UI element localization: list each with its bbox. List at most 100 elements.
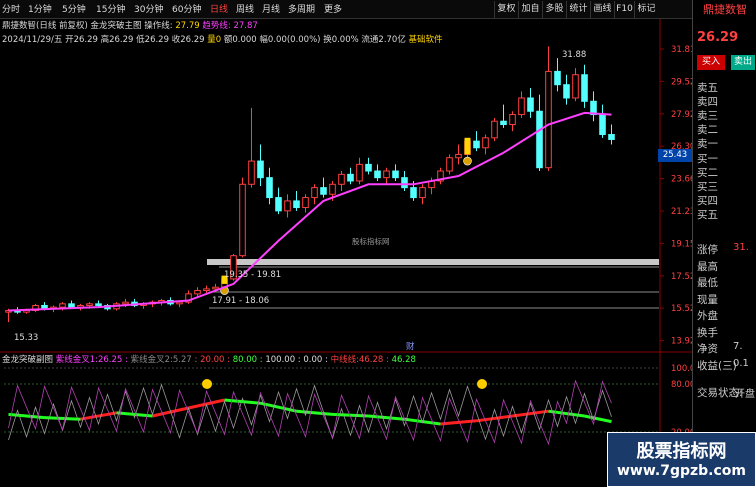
buy-button[interactable]: 买入 (697, 55, 725, 70)
candle-body (419, 187, 426, 199)
candle-body (86, 303, 93, 306)
candle-body (257, 160, 264, 179)
indicator-item-value-3: 80.00 (232, 355, 258, 365)
candle-body (509, 114, 516, 126)
quote-price: 26.29 (697, 30, 739, 45)
sell-level-4: 卖四 (697, 96, 718, 108)
candle-body (554, 70, 561, 86)
candle-body (320, 187, 327, 195)
indicator-item-5: 0.00 : (303, 355, 331, 365)
indicator-item-2: 20.00 : (200, 355, 233, 365)
candle-body (293, 200, 300, 209)
indicator-item-value-5: 0.00 (303, 355, 323, 365)
candle-body (311, 187, 318, 199)
indicator-trend-segment (476, 414, 513, 423)
price-axis-tick: 17.52 (671, 272, 692, 282)
candle-body (95, 303, 102, 306)
stat-value-7: 0.1 (733, 357, 749, 369)
watermark-url: www.7gpzb.com (616, 463, 746, 479)
candle-body (266, 177, 273, 199)
indicator-trend-segment (296, 409, 333, 416)
indicator-trend-segment (584, 414, 612, 424)
candle-body (491, 120, 498, 139)
band-label-1: 19.35 - 19.81 (224, 270, 282, 280)
kline-chart[interactable]: 31.8129.5227.9226.3023.6621.2319.1517.52… (0, 0, 692, 487)
indicator-info-line: 金龙突破副图 紫线金叉1:26.25 : 紫线金叉2:5.27 : 20.00 … (2, 354, 416, 366)
indicator-item-0: 紫线金叉1:26.25 : (55, 355, 131, 365)
candle-body (302, 197, 309, 209)
candle-body (572, 74, 579, 99)
candle-body (608, 133, 615, 140)
indicator-item-value-4: 100.00 (265, 355, 296, 365)
watermark-title: 股票指标网 (636, 441, 727, 462)
stat-label-7: 收益(三) (697, 359, 737, 372)
indicator-name[interactable]: 金龙突破副图 (2, 355, 56, 365)
price-axis-tick: 27.92 (671, 110, 692, 120)
candle-body (563, 84, 570, 99)
price-axis-tick: 21.23 (671, 207, 692, 217)
candle-body (545, 70, 552, 169)
stat-value-8: 开盘 (735, 389, 755, 400)
candle-body (347, 173, 354, 182)
sell-level-3: 卖三 (697, 110, 718, 122)
buy-level-3: 买三 (697, 181, 718, 193)
stat-value-6: 7. (733, 341, 743, 352)
candle-body (500, 120, 507, 126)
indicator-axis-tick: 80.00 (671, 380, 692, 390)
candle-body (410, 187, 417, 199)
indicator-item-value-6: 46.28 (358, 355, 384, 365)
stat-value-0: 31. (733, 242, 749, 253)
finance-marker[interactable]: 财 (406, 340, 415, 352)
stat-label-4: 外盘 (697, 310, 718, 322)
stat-label-6: 净资 (697, 343, 718, 355)
smiley-icon (202, 379, 212, 389)
candle-body (392, 170, 399, 179)
buy-level-2: 买二 (697, 167, 718, 179)
current-price-tag: 25.43 (658, 149, 692, 162)
indicator-trend-segment (44, 416, 81, 421)
candle-body (581, 74, 588, 102)
buy-level-5: 买五 (697, 209, 718, 221)
price-axis-tick: 19.15 (671, 239, 692, 249)
candle-body (455, 153, 462, 159)
buy-level-1: 买一 (697, 153, 718, 165)
indicator-item-label-0: 紫线金叉1: (55, 355, 98, 365)
indicator-item-1: 紫线金叉2:5.27 : (130, 355, 201, 365)
candle-body (338, 173, 345, 185)
candle-body (275, 197, 282, 212)
signal-coin-icon (463, 156, 472, 166)
price-axis-tick: 29.52 (671, 77, 692, 87)
candle-body (194, 290, 201, 295)
candle-body (527, 97, 534, 112)
stat-label-3: 现量 (697, 293, 718, 306)
candle-body (599, 114, 606, 135)
indicator-item-label-1: 紫线金叉2: (130, 355, 173, 365)
sell-level-5: 卖五 (697, 82, 718, 94)
indicator-item-label-6: 中线线: (330, 355, 359, 365)
indicator-item-6: 中线线:46.28 : (330, 355, 392, 365)
candle-body (446, 157, 453, 172)
candle-body (356, 163, 363, 182)
quote-title: 鼎捷数智 (703, 3, 747, 16)
site-watermark: 股票指标网 www.7gpzb.com (607, 432, 756, 487)
candle-body (401, 177, 408, 189)
indicator-trend-segment (368, 414, 405, 421)
sell-button[interactable]: 卖出 (731, 55, 755, 70)
candle-body (68, 303, 75, 308)
candle-body (383, 170, 390, 179)
indicator-trend-segment (512, 409, 549, 418)
candle-body (518, 97, 525, 116)
smiley-icon-2 (477, 379, 487, 389)
max-price-label: 31.88 (562, 50, 587, 60)
candle-body (329, 183, 336, 195)
sell-level-1: 卖一 (697, 138, 718, 150)
candle-body (473, 140, 480, 149)
band-label-2: 17.91 - 18.06 (212, 296, 270, 306)
indicator-item-3: 80.00 : (232, 355, 266, 365)
price-axis-tick: 15.52 (671, 304, 692, 314)
stat-label-0: 涨停 (697, 244, 718, 256)
candle-body (203, 288, 210, 292)
indicator-trend-segment (224, 398, 261, 405)
indicator-item-7: 46.28 (392, 355, 416, 365)
center-watermark-text: 股标指标网 (352, 237, 390, 246)
